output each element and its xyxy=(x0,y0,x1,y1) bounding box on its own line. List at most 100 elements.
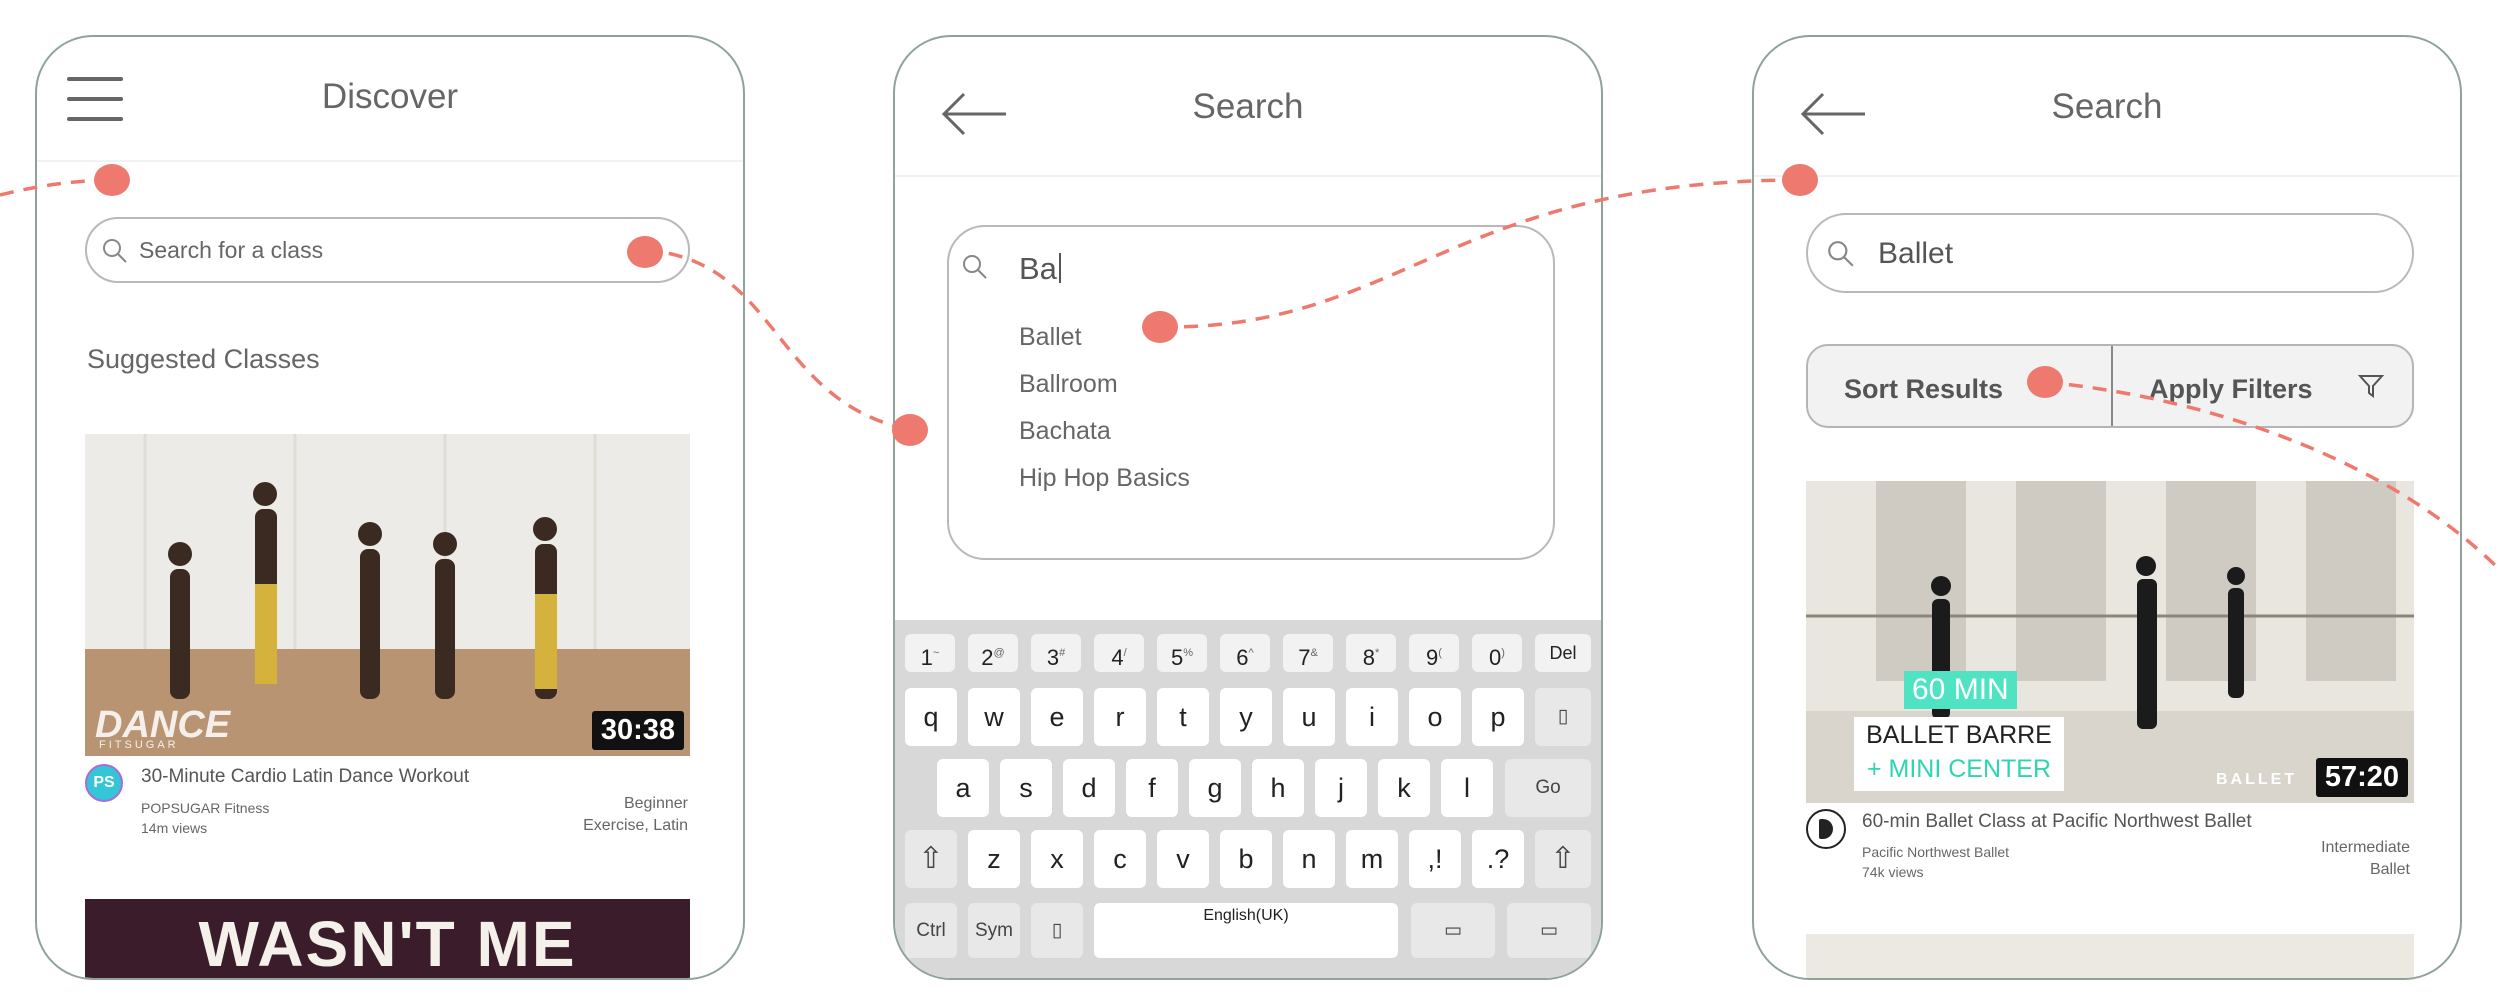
key-2[interactable]: 2@ xyxy=(968,634,1018,672)
key-e[interactable]: e xyxy=(1031,688,1083,746)
suggestion-item[interactable]: Bachata xyxy=(1019,417,1111,446)
shift-key[interactable]: ⇧ xyxy=(905,830,957,888)
key-w[interactable]: w xyxy=(968,688,1020,746)
key-u[interactable]: u xyxy=(1283,688,1335,746)
view-count: 14m views xyxy=(141,820,208,836)
search-autocomplete[interactable]: Ba Ballet Ballroom Bachata Hip Hop Basic… xyxy=(947,225,1555,560)
key-b[interactable]: b xyxy=(1220,830,1272,888)
thumb-title-text: WASN'T ME xyxy=(198,908,577,980)
key-z[interactable]: z xyxy=(968,830,1020,888)
key-q[interactable]: q xyxy=(905,688,957,746)
suggestion-item[interactable]: Hip Hop Basics xyxy=(1019,464,1190,493)
search-typing-screen: Search Ba Ballet Ballroom Bachata Hip Ho… xyxy=(893,35,1603,980)
video-thumbnail[interactable]: WASN'T ME xyxy=(85,899,690,980)
duration-badge: 60 MIN xyxy=(1904,671,2017,709)
key-o[interactable]: o xyxy=(1409,688,1461,746)
key-k[interactable]: k xyxy=(1378,759,1430,817)
key-4[interactable]: 4/ xyxy=(1094,634,1144,672)
key-h[interactable]: h xyxy=(1252,759,1304,817)
video-tags: Exercise, Latin xyxy=(583,817,688,834)
channel-name[interactable]: POPSUGAR Fitness xyxy=(141,800,269,816)
key-period[interactable]: .? xyxy=(1472,830,1524,888)
discover-screen: Discover Search for a class Suggested Cl… xyxy=(35,35,745,980)
key-l[interactable]: l xyxy=(1441,759,1493,817)
section-title: Suggested Classes xyxy=(87,344,320,374)
key-comma[interactable]: ,! xyxy=(1409,830,1461,888)
suggestion-item[interactable]: Ballet xyxy=(1019,323,1082,352)
key-x[interactable]: x xyxy=(1031,830,1083,888)
caption-line-1: BALLET BARRE xyxy=(1866,721,2052,749)
caption-box: BALLET BARRE + MINI CENTER xyxy=(1854,717,2064,791)
search-input[interactable]: Search for a class xyxy=(85,217,690,283)
key-0[interactable]: 0) xyxy=(1472,634,1522,672)
key-v[interactable]: v xyxy=(1157,830,1209,888)
search-input[interactable]: Ba xyxy=(1019,251,1061,287)
caption-line-2: + MINI CENTER xyxy=(1866,755,2052,783)
key-1[interactable]: 1~ xyxy=(905,634,955,672)
key-3[interactable]: 3# xyxy=(1031,634,1081,672)
key-n[interactable]: n xyxy=(1283,830,1335,888)
key-r[interactable]: r xyxy=(1094,688,1146,746)
go-key[interactable]: Go xyxy=(1505,759,1591,817)
video-thumbnail[interactable]: DANCE FITSUGAR 30:38 xyxy=(85,434,690,756)
apply-filters-button[interactable]: Apply Filters xyxy=(2113,346,2412,426)
key-5[interactable]: 5% xyxy=(1157,634,1207,672)
key-t[interactable]: t xyxy=(1157,688,1209,746)
top-bar: Search xyxy=(1754,37,2460,177)
filter-icon xyxy=(2358,375,2384,398)
search-value: Ballet xyxy=(1878,237,1954,270)
top-bar: Search xyxy=(895,37,1601,177)
key-m[interactable]: m xyxy=(1346,830,1398,888)
video-duration: 30:38 xyxy=(591,711,684,750)
key-9[interactable]: 9( xyxy=(1409,634,1459,672)
backspace-key[interactable]: ▯ xyxy=(1535,688,1591,746)
key-a[interactable]: a xyxy=(937,759,989,817)
key-p[interactable]: p xyxy=(1472,688,1524,746)
key-c[interactable]: c xyxy=(1094,830,1146,888)
delete-key[interactable]: Del xyxy=(1535,634,1591,672)
key-7[interactable]: 7& xyxy=(1283,634,1333,672)
key-8[interactable]: 8* xyxy=(1346,634,1396,672)
key-6[interactable]: 6^ xyxy=(1220,634,1270,672)
channel-avatar[interactable]: PS xyxy=(85,764,123,802)
key-y[interactable]: y xyxy=(1220,688,1272,746)
page-title: Search xyxy=(1192,87,1304,126)
video-thumbnail[interactable] xyxy=(1806,934,2414,978)
shift-key-right[interactable]: ⇧ xyxy=(1535,830,1591,888)
view-count: 74k views xyxy=(1862,864,1924,880)
space-bar[interactable]: English(UK) xyxy=(1094,903,1398,958)
key-f[interactable]: f xyxy=(1126,759,1178,817)
key-d[interactable]: d xyxy=(1063,759,1115,817)
suggestion-item[interactable]: Ballroom xyxy=(1019,370,1118,399)
video-tags: Ballet xyxy=(2369,861,2410,878)
search-icon xyxy=(963,255,987,279)
top-bar: Discover xyxy=(37,37,743,162)
page-title: Search xyxy=(2051,87,2163,126)
on-screen-keyboard: 1~ 2@ 3# 4/5% 6^ 7& 8* 9(0) Del q w e r t y u i o p ▯ a s d f g h… xyxy=(895,620,1601,978)
right-arrow-key[interactable]: ▭ xyxy=(1507,903,1591,958)
thumb-watermark: BALLET xyxy=(2216,771,2298,788)
channel-name[interactable]: Pacific Northwest Ballet xyxy=(1862,844,2009,860)
sym-key[interactable]: Sym xyxy=(968,903,1020,958)
key-j[interactable]: j xyxy=(1315,759,1367,817)
thumb-logo-subtext: FITSUGAR xyxy=(99,739,179,751)
difficulty-level: Beginner xyxy=(623,795,688,812)
video-thumbnail[interactable]: 60 MIN BALLET BARRE + MINI CENTER BALLET… xyxy=(1806,481,2414,803)
search-placeholder: Search for a class xyxy=(139,237,324,263)
difficulty-level: Intermediate xyxy=(2321,839,2410,856)
key-i[interactable]: i xyxy=(1346,688,1398,746)
key-g[interactable]: g xyxy=(1189,759,1241,817)
video-title[interactable]: 30-Minute Cardio Latin Dance Workout xyxy=(141,766,469,788)
emoji-key[interactable]: ▯ xyxy=(1031,903,1083,958)
sort-results-button[interactable]: Sort Results xyxy=(1808,346,2111,426)
left-arrow-key[interactable]: ▭ xyxy=(1411,903,1495,958)
sort-filter-bar: Sort Results Apply Filters xyxy=(1806,344,2414,428)
ctrl-key[interactable]: Ctrl xyxy=(905,903,957,958)
video-duration: 57:20 xyxy=(2315,758,2408,797)
search-results-screen: Search Ballet Sort Results Apply Filters xyxy=(1752,35,2462,980)
video-title[interactable]: 60-min Ballet Class at Pacific Northwest… xyxy=(1862,811,2252,833)
search-input[interactable]: Ballet xyxy=(1806,213,2414,293)
page-title: Discover xyxy=(321,77,459,116)
key-s[interactable]: s xyxy=(1000,759,1052,817)
channel-avatar[interactable] xyxy=(1806,809,1846,849)
